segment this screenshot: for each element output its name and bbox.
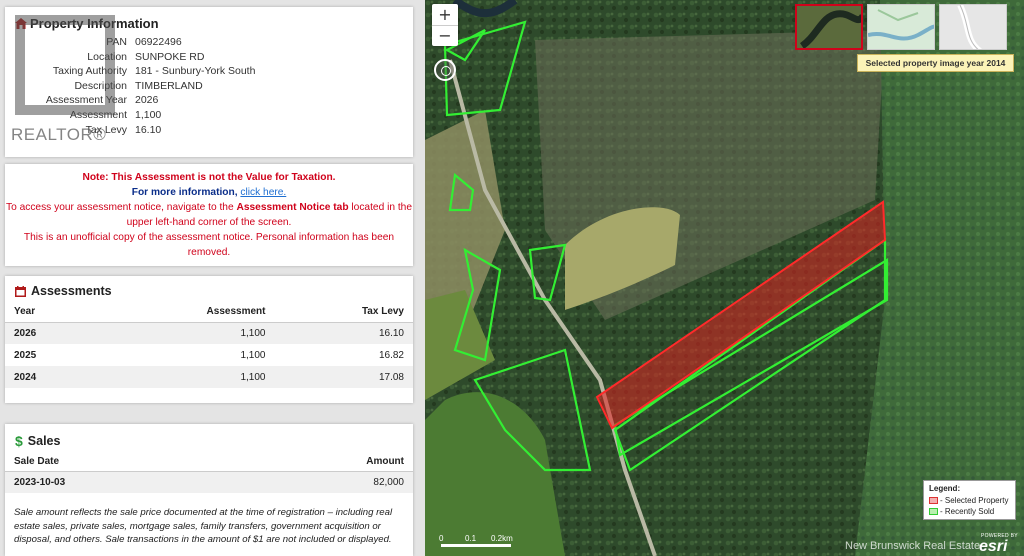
table-row: 2025 1,100 16.82 (14, 349, 404, 361)
note-warning: Note: This Assessment is not the Value f… (82, 172, 336, 183)
locate-icon[interactable] (434, 59, 456, 81)
assessments-card: Assessments Year Assessment Tax Levy 202… (5, 276, 413, 403)
property-row-description: Description TIMBERLAND (74, 79, 203, 92)
topo-thumbnail-icon (868, 5, 934, 49)
property-row-assessment-year: Assessment Year 2026 (45, 94, 159, 107)
zoom-in-button[interactable]: + (432, 4, 458, 25)
table-row: 2023-10-03 82,000 (5, 471, 413, 493)
scale-bar: 0 0.1 0.2km (437, 532, 521, 550)
property-row-assessment: Assessment 1,100 (69, 108, 162, 121)
dollar-icon: $ (15, 433, 23, 449)
year-thumbnail-streets[interactable] (939, 4, 1007, 50)
satellite-map[interactable]: + − Selected property image year 2014 Le… (425, 0, 1024, 556)
note-instructions: To access your assessment notice, naviga… (5, 202, 413, 228)
assessments-title: Assessments (15, 284, 112, 298)
assessment-note-card: Note: This Assessment is not the Value f… (5, 164, 413, 266)
calendar-icon (15, 285, 26, 297)
home-icon (15, 18, 27, 29)
legend-item-selected: - Selected Property (929, 495, 1010, 506)
image-year-label: Selected property image year 2014 (857, 54, 1014, 72)
satellite-thumbnail-icon (797, 6, 861, 48)
zoom-out-button[interactable]: − (432, 25, 458, 46)
sales-disclaimer: Sale amount reflects the sale price docu… (14, 507, 393, 545)
note-unofficial: This is an unofficial copy of the assess… (23, 232, 395, 258)
click-here-link[interactable]: click here. (240, 187, 286, 198)
assessments-table: Year Assessment Tax Levy 2026 1,100 16.1… (5, 302, 413, 388)
sales-title: $ Sales (15, 433, 61, 449)
scale-bar-line (441, 544, 511, 547)
sales-card: $ Sales Sale Date Amount 2023-10-03 82,0… (5, 424, 413, 556)
map-credit: New Brunswick Real Estate (845, 540, 981, 552)
legend-item-sold: - Recently Sold (929, 506, 1010, 517)
property-information-card: Property Information PAN 06922496 Locatio… (5, 7, 413, 157)
note-more-info: For more information, click here. (131, 187, 287, 198)
streets-thumbnail-icon (940, 5, 1006, 49)
map-legend: Legend: - Selected Property - Recently S… (923, 480, 1016, 520)
map-imagery (425, 0, 1024, 556)
zoom-controls: + − (432, 4, 458, 46)
sales-header-row: Sale Date Amount (5, 452, 413, 472)
esri-logo: POWERED BY esri (979, 533, 1018, 555)
property-row-location: Location SUNPOKE RD (87, 50, 205, 63)
property-row-tax-levy: Tax Levy 16.10 (85, 123, 162, 136)
sold-swatch (929, 508, 938, 515)
year-thumbnail-selected[interactable] (795, 4, 863, 50)
property-row-pan: PAN 06922496 (106, 36, 182, 48)
left-panel: Property Information PAN 06922496 Locatio… (0, 0, 425, 556)
property-row-taxing-authority: Taxing Authority 181 - Sunbury-York South (52, 65, 256, 78)
year-thumbnail-map[interactable] (867, 4, 935, 50)
selected-swatch (929, 497, 938, 504)
table-row: 2026 1,100 16.10 (5, 322, 413, 344)
image-year-selector (795, 4, 1007, 52)
property-information-title: Property Information (15, 16, 159, 31)
sales-table: Sale Date Amount 2023-10-03 82,000 (5, 452, 413, 493)
property-details: PAN 06922496 Location SUNPOKE RD Taxing Au… (5, 35, 413, 137)
table-row: 2024 1,100 17.08 (5, 366, 413, 388)
assessments-header-row: Year Assessment Tax Levy (5, 302, 413, 323)
